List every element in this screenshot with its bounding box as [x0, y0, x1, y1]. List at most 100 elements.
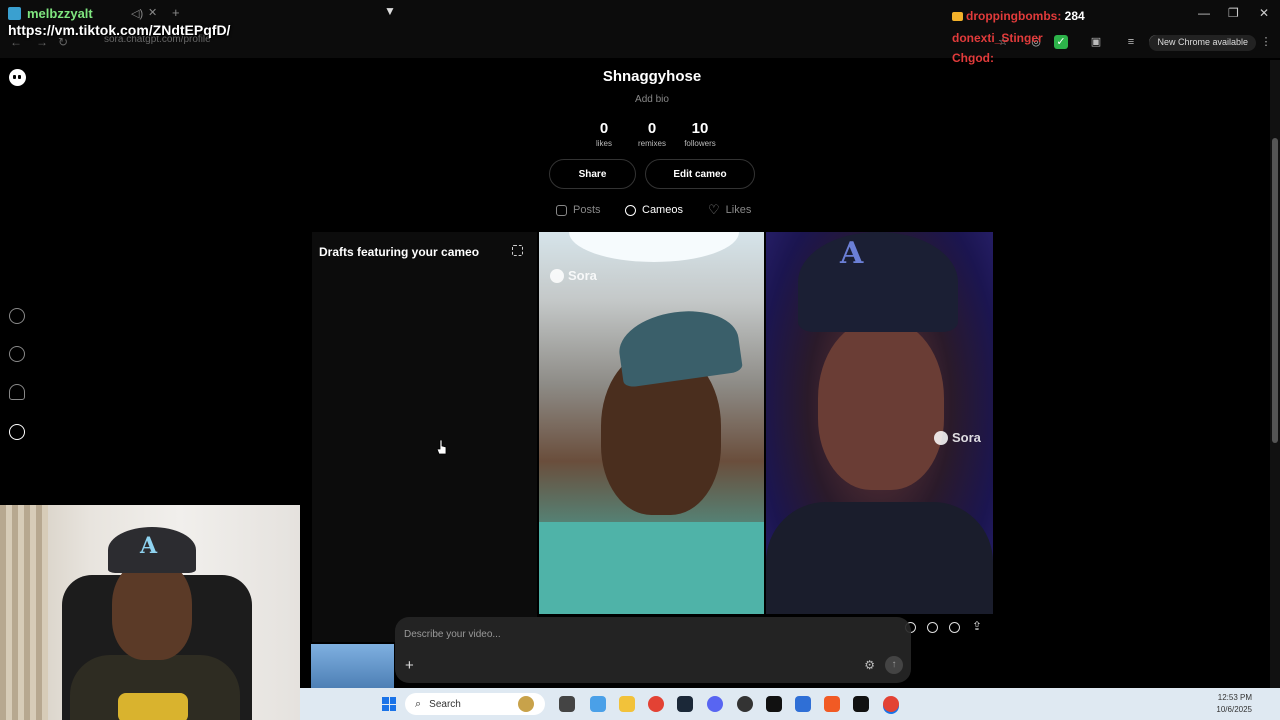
person-cap — [614, 303, 744, 389]
tab-label: Cameos — [642, 204, 683, 216]
search-icon: ⌕ — [415, 697, 422, 710]
overlay-user-1: droppingbombs: — [966, 9, 1062, 23]
tab-label: Posts — [573, 204, 601, 216]
new-tab-icon[interactable]: + — [172, 5, 180, 20]
watermark-label: Sora — [568, 268, 597, 283]
scrollbar-thumb[interactable] — [1272, 138, 1278, 443]
share-icon[interactable]: ⇪ — [972, 619, 982, 633]
video-thumbnail[interactable]: Sora — [539, 232, 764, 614]
task-view-icon[interactable] — [559, 696, 575, 712]
restore-icon[interactable]: ❐ — [1228, 6, 1239, 20]
windows-taskbar: ⌕ Search 12:53 PM 10/6/2025 — [300, 688, 1280, 720]
sora-logo-icon — [934, 430, 948, 445]
taskbar-search-label: Search — [429, 698, 461, 710]
drafts-card[interactable]: Drafts featuring your cameo — [312, 232, 537, 642]
browser-tab[interactable]: melbzzyalt — [8, 4, 93, 22]
browser-top-bar: melbzzyalt ◁) ✕ + ▼ ← → ↻ sora.chatgpt.c… — [0, 0, 1280, 58]
grammar-extension-icon[interactable]: ✓ — [1054, 35, 1068, 49]
cameo-action-icon[interactable] — [949, 622, 960, 633]
profile-name: Shnaggyhose — [602, 68, 702, 85]
app-icon[interactable] — [766, 696, 782, 712]
stat-value: 10 — [691, 120, 709, 137]
prompt-composer[interactable]: Describe your video... + ⚙ ↑ — [395, 617, 911, 683]
hand-cursor-icon — [437, 440, 447, 455]
sora-watermark: Sora — [550, 268, 597, 283]
stat-label: likes — [595, 139, 612, 148]
stat-label: followers — [684, 139, 716, 148]
stat-value: 0 — [647, 120, 657, 137]
sora-watermark: Sora — [934, 430, 981, 445]
clock-date: 10/6/2025 — [1216, 705, 1252, 714]
close-window-icon[interactable]: ✕ — [1259, 6, 1269, 20]
info-app-icon[interactable] — [853, 696, 869, 712]
stat-label: remixes — [637, 139, 666, 148]
stat-value: 0 — [599, 120, 609, 137]
chrome-active-icon[interactable] — [883, 696, 899, 712]
notification-bell-icon[interactable] — [9, 384, 25, 400]
chrome-menu-icon[interactable]: ⋮ — [1259, 35, 1273, 49]
tab-label: Likes — [725, 204, 752, 216]
search-icon[interactable] — [9, 346, 25, 362]
shirt-graphic — [118, 693, 188, 720]
url-overlay-text: https://vm.tiktok.com/ZNdtEPqfD/ — [8, 22, 231, 38]
discord-icon[interactable] — [707, 696, 723, 712]
tab-cameos[interactable]: Cameos — [625, 202, 683, 218]
tab-close-icon[interactable]: ✕ — [148, 6, 157, 19]
settings-sliders-icon[interactable]: ⚙ — [864, 658, 875, 672]
heart-icon: ♡ — [708, 202, 720, 217]
tab-likes[interactable]: ♡ Likes — [708, 202, 751, 218]
page-scrollbar[interactable] — [1270, 60, 1280, 690]
sora-logo-icon[interactable] — [9, 69, 26, 86]
prompt-input[interactable]: Describe your video... — [404, 629, 501, 640]
add-attachment-button[interactable]: + — [405, 657, 414, 674]
edit-cameo-button[interactable]: Edit cameo — [645, 159, 755, 189]
steam-icon[interactable] — [677, 696, 693, 712]
shirt — [766, 502, 993, 614]
file-explorer-icon[interactable] — [619, 696, 635, 712]
clock-time: 12:53 PM — [1217, 693, 1252, 702]
windows-start-icon[interactable] — [382, 697, 396, 711]
profile-icon[interactable] — [9, 424, 25, 440]
drafts-expand-icon[interactable] — [512, 245, 523, 256]
share-button[interactable]: Share — [549, 159, 636, 189]
stat-followers[interactable]: 10 followers — [675, 120, 725, 148]
ceiling-light — [569, 232, 739, 262]
watermark-label: Sora — [952, 430, 981, 445]
pin-icon: ▼ — [384, 4, 396, 18]
tab-posts[interactable]: Posts — [556, 202, 601, 218]
curtain — [0, 505, 48, 720]
new-chrome-available-button[interactable]: New Chrome available — [1149, 35, 1256, 51]
overlay-line-3: Chgod: — [952, 51, 994, 65]
obs-icon[interactable] — [737, 696, 753, 712]
video-thumbnail[interactable]: A Sora — [766, 232, 993, 614]
comment-icon[interactable] — [927, 622, 938, 633]
send-button[interactable]: ↑ — [885, 656, 903, 674]
remote-app-icon[interactable] — [795, 696, 811, 712]
widget-icon[interactable] — [518, 696, 534, 712]
copilot-icon[interactable] — [590, 696, 606, 712]
sora-logo-icon — [550, 268, 564, 283]
shirt — [539, 522, 764, 614]
mute-icon[interactable]: ◁) — [131, 7, 143, 20]
tab-favicon-icon — [8, 6, 21, 20]
stat-remixes: 0 remixes — [627, 120, 677, 148]
webcam-overlay: A — [0, 505, 300, 720]
add-bio-link[interactable]: Add bio — [602, 94, 702, 105]
drafts-title: Drafts featuring your cameo — [319, 245, 480, 259]
system-clock[interactable]: 12:53 PM 10/6/2025 — [1216, 692, 1252, 716]
cameo-icon — [625, 204, 636, 216]
play-icon[interactable] — [9, 308, 25, 324]
stat-likes: 0 likes — [579, 120, 629, 148]
overlay-line-1: droppingbombs: 284 — [952, 9, 1085, 23]
brave-icon[interactable] — [824, 696, 840, 712]
media-control-icon[interactable]: ≡ — [1124, 35, 1138, 49]
minimize-icon[interactable]: — — [1198, 6, 1210, 20]
posts-icon — [556, 204, 567, 216]
chrome-icon[interactable] — [648, 696, 664, 712]
cap-logo-icon: A — [840, 236, 864, 271]
cap-logo-icon: A — [140, 533, 158, 559]
reading-list-icon[interactable]: ▣ — [1089, 35, 1103, 49]
streamer-face — [112, 560, 192, 660]
person-cap — [798, 232, 958, 332]
video-thumbnail-partial[interactable] — [311, 644, 394, 688]
